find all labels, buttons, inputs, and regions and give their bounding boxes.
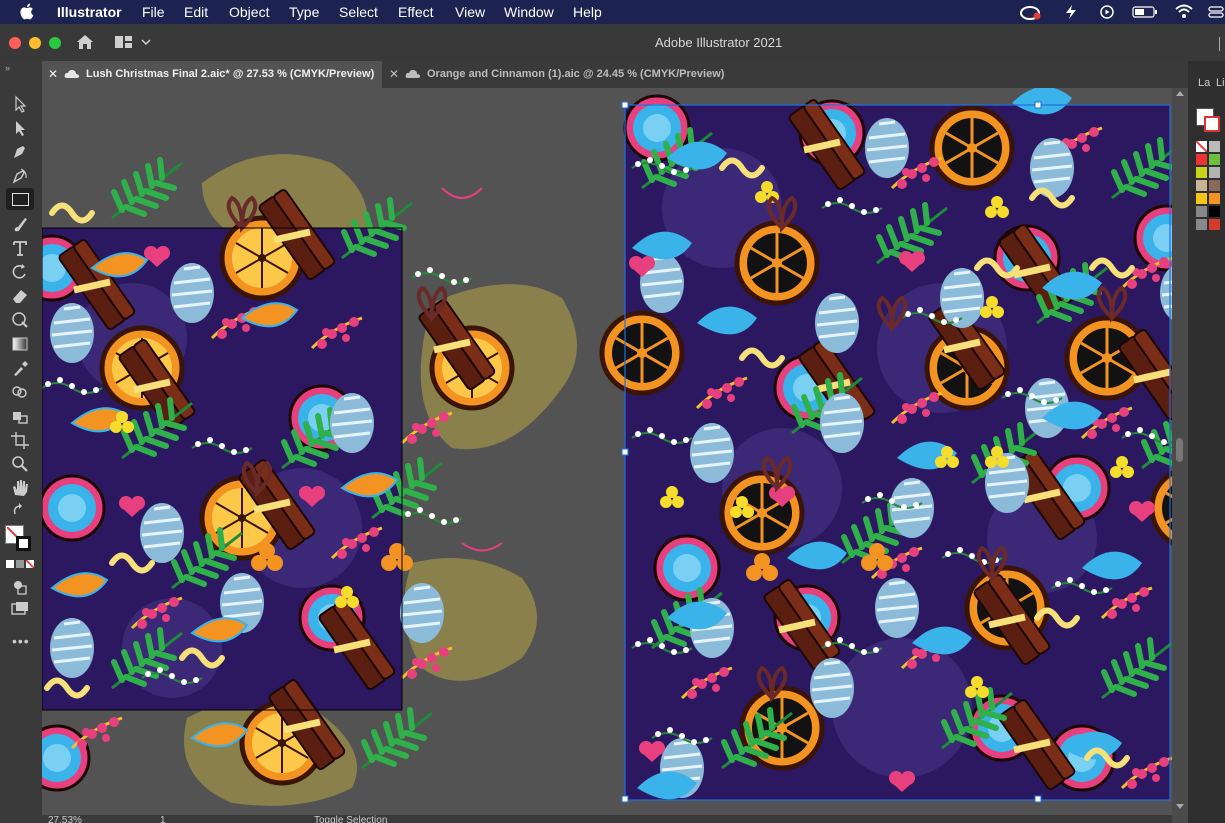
zoom-window-button[interactable]	[49, 37, 61, 49]
rotate-view-tool[interactable]	[9, 502, 31, 522]
swatch[interactable]	[1209, 219, 1220, 230]
left-pattern-artboard[interactable]	[42, 160, 512, 792]
eyedropper-tool[interactable]	[9, 358, 31, 378]
swatch[interactable]	[1196, 180, 1207, 191]
folder-icon[interactable]	[1196, 206, 1207, 217]
wifi-icon[interactable]	[1175, 4, 1193, 19]
menu-view[interactable]: View	[455, 4, 485, 20]
collapse-toolbar-icon[interactable]: »	[5, 63, 10, 73]
play-icon[interactable]	[1100, 5, 1114, 19]
fill-stroke-icon[interactable]	[5, 525, 35, 555]
swatch-none[interactable]	[1196, 141, 1207, 152]
layers-panel-tab[interactable]: La	[1198, 77, 1210, 89]
right-panel-dock: La Li	[1188, 61, 1225, 823]
creative-cloud-icon[interactable]	[1019, 4, 1043, 20]
minimize-window-button[interactable]	[29, 37, 41, 49]
libraries-panel-tab[interactable]: Li	[1216, 77, 1225, 89]
zoom-level[interactable]: 27.53%	[48, 815, 82, 823]
document-canvas[interactable]	[42, 88, 1172, 823]
status-bar: 27.53% 1 Toggle Selection	[42, 815, 1172, 823]
scroll-down-icon[interactable]	[1176, 804, 1184, 809]
adobe-icon[interactable]	[1064, 4, 1078, 20]
artboard-number[interactable]: 1	[160, 815, 166, 823]
swatch[interactable]	[1209, 206, 1220, 217]
cloud-document-icon	[405, 69, 421, 78]
fill-stroke-swatch[interactable]	[1204, 116, 1220, 132]
menu-object[interactable]: Object	[229, 4, 269, 20]
close-tab-icon[interactable]: ✕	[48, 61, 58, 87]
control-center-icon[interactable]	[1208, 5, 1224, 19]
close-window-button[interactable]	[9, 37, 21, 49]
cloud-document-icon	[64, 69, 80, 78]
workspace-switcher-icon[interactable]	[114, 35, 152, 49]
swatch-registration[interactable]	[1209, 141, 1220, 152]
swatch[interactable]	[1196, 193, 1207, 204]
paintbrush-tool[interactable]	[9, 214, 31, 234]
zoom-tool[interactable]	[9, 454, 31, 474]
type-tool[interactable]	[9, 238, 31, 258]
shape-builder-tool[interactable]	[9, 382, 31, 402]
gradient-tool[interactable]	[9, 334, 31, 354]
tab-label: Orange and Cinnamon (1).aic @ 24.45 % (C…	[427, 68, 725, 80]
swatch[interactable]	[1196, 154, 1207, 165]
menu-edit[interactable]: Edit	[184, 4, 208, 20]
selection-tool[interactable]	[9, 94, 31, 114]
window-title: Adobe Illustrator 2021	[655, 35, 783, 50]
live-paint-tool[interactable]	[9, 406, 31, 426]
artboard-tool[interactable]	[9, 430, 31, 450]
right-pattern-artboard[interactable]	[602, 88, 1172, 800]
tab-lush-christmas[interactable]: ✕ Lush Christmas Final 2.aic* @ 27.53 % …	[42, 61, 382, 88]
status-tool[interactable]: Toggle Selection	[314, 815, 387, 823]
home-icon[interactable]	[75, 33, 95, 51]
menu-select[interactable]: Select	[339, 4, 378, 20]
tab-orange-and-cinnamon[interactable]: ✕ Orange and Cinnamon (1).aic @ 24.45 % …	[383, 61, 735, 88]
color-mode-icon[interactable]	[6, 560, 34, 570]
tools-panel: » •••	[0, 61, 42, 823]
hand-tool[interactable]	[9, 478, 31, 498]
menu-file[interactable]: File	[142, 4, 165, 20]
swatch[interactable]	[1209, 167, 1220, 178]
direct-selection-tool[interactable]	[9, 118, 31, 138]
menu-effect[interactable]: Effect	[398, 4, 434, 20]
rectangle-tool[interactable]	[6, 188, 34, 210]
rotate-tool[interactable]	[9, 262, 31, 282]
swatch[interactable]	[1209, 180, 1220, 191]
menu-bar: Illustrator File Edit Object Type Select…	[0, 0, 1225, 24]
swatch[interactable]	[1209, 193, 1220, 204]
app-menu[interactable]: Illustrator	[57, 4, 122, 20]
draw-mode-tool[interactable]	[9, 577, 31, 597]
edit-toolbar-icon[interactable]: •••	[12, 633, 30, 649]
close-tab-icon[interactable]: ✕	[389, 61, 399, 87]
application-title-bar: Adobe Illustrator 2021	[0, 24, 1225, 61]
menu-window[interactable]: Window	[504, 4, 554, 20]
swatches-panel	[1194, 106, 1225, 236]
scroll-up-icon[interactable]	[1176, 91, 1184, 96]
artwork[interactable]	[42, 88, 1172, 823]
menu-help[interactable]: Help	[573, 4, 602, 20]
folder-icon[interactable]	[1196, 219, 1207, 230]
menu-type[interactable]: Type	[289, 4, 319, 20]
warp-tool[interactable]	[9, 310, 31, 330]
eraser-tool[interactable]	[9, 286, 31, 306]
panel-collapse-icon[interactable]	[1219, 37, 1224, 51]
pen-tool[interactable]	[9, 142, 31, 162]
vertical-scrollbar[interactable]	[1172, 88, 1188, 823]
screen-mode-tool[interactable]	[9, 599, 31, 619]
tab-label: Lush Christmas Final 2.aic* @ 27.53 % (C…	[86, 68, 375, 80]
swatch[interactable]	[1196, 167, 1207, 178]
scrollbar-thumb[interactable]	[1176, 438, 1183, 462]
curvature-tool[interactable]	[9, 166, 31, 186]
apple-icon[interactable]	[19, 3, 34, 20]
battery-icon[interactable]	[1132, 6, 1158, 18]
document-tabs: ✕ Lush Christmas Final 2.aic* @ 27.53 % …	[42, 61, 1188, 88]
swatch[interactable]	[1209, 154, 1220, 165]
